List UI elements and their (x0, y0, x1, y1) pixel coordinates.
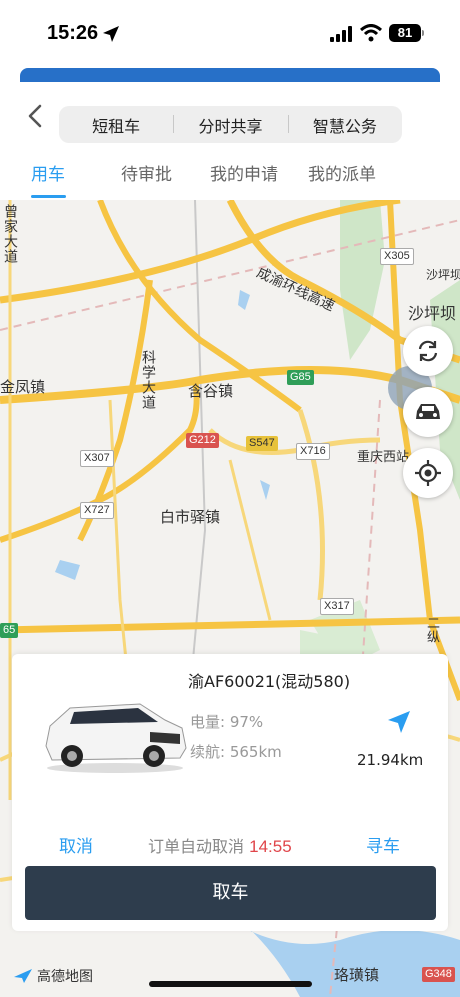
map-car-button[interactable] (403, 387, 453, 437)
map-provider-text: 高德地图 (37, 969, 93, 985)
map-label-zengjia-avenue: 曾家大道 (2, 204, 18, 264)
find-car-button[interactable]: 寻车 (366, 832, 400, 857)
tab-use-car[interactable]: 用车 (31, 160, 65, 185)
back-icon[interactable] (22, 102, 50, 130)
vehicle-plate: 渝AF60021(混动580) (188, 672, 351, 691)
header: 短租车 分时共享 智慧公务 用车 待审批 我的申请 我的派单 (0, 82, 460, 200)
countdown-timer: 14:55 (249, 837, 292, 856)
amap-logo-icon (14, 969, 32, 983)
car-icon (416, 404, 440, 419)
segment-time-share[interactable]: 分时共享 (173, 113, 287, 137)
amap-logo: 高德地图 (12, 966, 93, 986)
navigation-arrow-icon[interactable] (386, 709, 412, 735)
road-badge-g348: G348 (422, 967, 455, 982)
wifi-icon (360, 24, 382, 42)
auto-cancel-notice: 订单自动取消 14:55 (148, 833, 292, 857)
map-locate-button[interactable] (403, 448, 453, 498)
status-time: 15:26 (47, 22, 99, 44)
road-badge-g65: 65 (0, 623, 19, 638)
locate-icon (415, 460, 441, 486)
map-label-shapingba-small: 沙坪坝 (426, 268, 460, 282)
battery-nub (422, 30, 424, 36)
vehicle-distance: 21.94km (357, 751, 424, 769)
header-accent-bar (20, 68, 440, 82)
segment-smart-official[interactable]: 智慧公务 (287, 113, 402, 137)
map-label-luohuang-town: 珞璜镇 (334, 966, 380, 984)
map-label-kexue-avenue: 科学大道 (140, 350, 156, 410)
refresh-icon (418, 340, 438, 362)
home-indicator (149, 981, 312, 987)
vehicle-battery: 电量: 97% (190, 713, 264, 731)
tab-my-applications[interactable]: 我的申请 (210, 160, 278, 185)
service-segmented-control: 短租车 分时共享 智慧公务 (59, 106, 402, 143)
road-badge-x307: X307 (80, 450, 114, 467)
map-label-shapingba: 沙坪坝 (408, 304, 457, 323)
segment-short-rental[interactable]: 短租车 (59, 113, 173, 137)
road-badge-g85: G85 (287, 370, 314, 385)
active-tab-indicator (31, 195, 66, 198)
cancel-button[interactable]: 取消 (59, 832, 93, 857)
road-badge-s547: S547 (246, 436, 278, 451)
road-badge-x716: X716 (296, 443, 330, 460)
road-badge-x727: X727 (80, 502, 114, 519)
map-label-erzong: 二纵 (424, 616, 439, 644)
road-badge-x317: X317 (320, 598, 354, 615)
auto-cancel-text: 订单自动取消 (148, 837, 245, 856)
pickup-button[interactable]: 取车 (25, 866, 436, 920)
map-label-baishiyi-town: 白市驿镇 (160, 508, 221, 526)
map-label-hangu-town: 含谷镇 (188, 382, 234, 400)
map-refresh-button[interactable] (403, 326, 453, 376)
location-arrow-icon (103, 26, 119, 42)
map-label-chongqing-west-station: 重庆西站 (357, 450, 410, 465)
cellular-signal-icon (330, 26, 352, 42)
road-badge-x305: X305 (380, 248, 414, 265)
tab-bar: 用车 待审批 我的申请 我的派单 (0, 158, 460, 198)
status-bar: 15:26 81 (0, 0, 460, 66)
tab-pending-approval[interactable]: 待审批 (121, 160, 172, 185)
tab-my-dispatch[interactable]: 我的派单 (308, 160, 376, 185)
car-photo (45, 703, 187, 773)
vehicle-card: 渝AF60021(混动580) 电量: 97% 续航: 565km 21.94k… (12, 654, 448, 931)
road-badge-g212: G212 (186, 433, 219, 448)
map-label-jinfeng-town: 金凤镇 (0, 378, 46, 396)
battery-icon: 81 (389, 24, 421, 42)
vehicle-range: 续航: 565km (190, 743, 282, 761)
